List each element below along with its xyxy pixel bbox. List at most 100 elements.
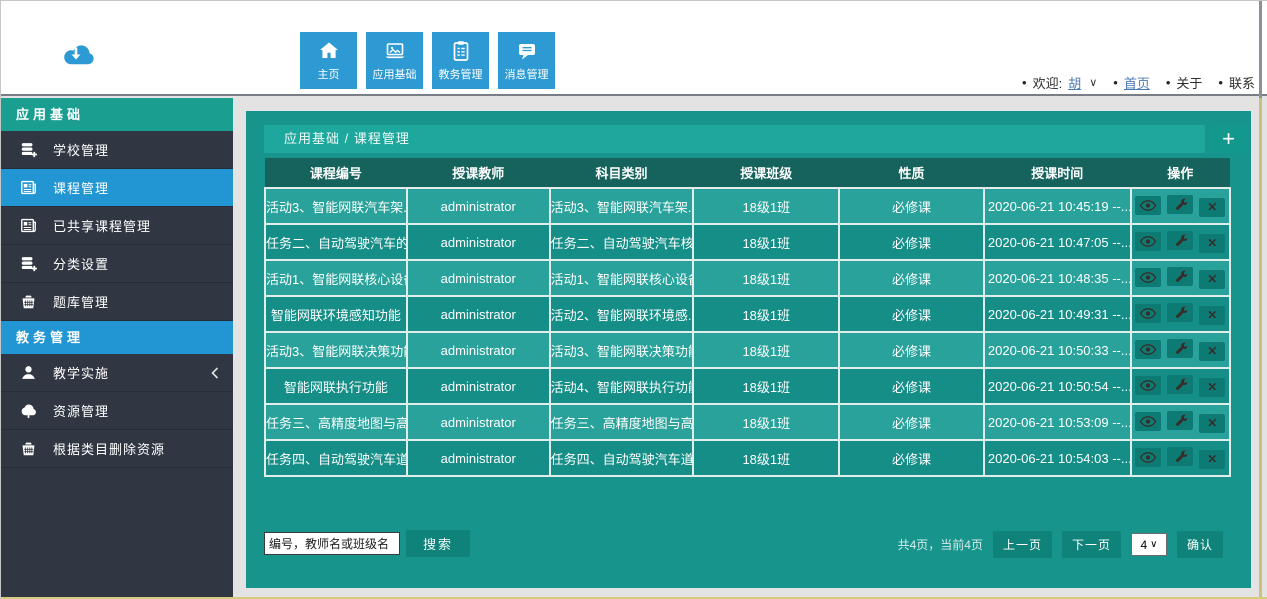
view-icon — [1140, 452, 1156, 463]
home-icon — [317, 39, 341, 63]
top-link-1[interactable]: 关于 — [1176, 73, 1202, 92]
top-link-item: •关于 — [1166, 73, 1203, 92]
table-cell: 任务四、自动驾驶汽车道... — [265, 440, 407, 476]
app-window: 主页应用基础教务管理消息管理 • 欢迎: 胡 ∨ •首页•关于•联系 应用基础学… — [0, 0, 1267, 599]
table-cell: administrator — [407, 224, 550, 260]
view-button[interactable] — [1135, 196, 1161, 215]
sidebar-item-0-0[interactable]: 学校管理 — [1, 131, 233, 169]
top-nav: 主页应用基础教务管理消息管理 — [300, 32, 555, 89]
view-button[interactable] — [1135, 412, 1161, 431]
top-link-0[interactable]: 首页 — [1124, 73, 1150, 92]
row-actions: ✕ — [1131, 296, 1230, 332]
table-cell: 活动3、智能网联汽车架... — [550, 188, 694, 224]
table-cell: 任务三、高精度地图与高... — [550, 404, 694, 440]
view-button[interactable] — [1135, 232, 1161, 251]
table-header-row: 课程编号授课教师科目类别授课班级性质授课时间操作 — [265, 158, 1230, 188]
row-actions: ✕ — [1131, 440, 1230, 476]
table-cell: 2020-06-21 10:48:35 --... — [984, 260, 1131, 296]
delete-button[interactable]: ✕ — [1199, 342, 1225, 361]
sidebar-section-title-0: 应用基础 — [1, 98, 233, 131]
sidebar-item-1-1[interactable]: 资源管理 — [1, 392, 233, 430]
chevron-down-icon[interactable]: ∨ — [1089, 76, 1097, 89]
view-button[interactable] — [1135, 448, 1161, 467]
nav-button-edu-admin[interactable]: 教务管理 — [432, 32, 489, 89]
sidebar-item-label: 教学实施 — [53, 363, 109, 382]
table-cell: 必修课 — [839, 440, 984, 476]
delete-button[interactable]: ✕ — [1199, 414, 1225, 433]
delete-resource-icon — [16, 439, 40, 458]
table-cell: 2020-06-21 10:49:31 --... — [984, 296, 1131, 332]
question-bank-icon — [16, 292, 40, 311]
column-header: 授课班级 — [693, 158, 839, 188]
table-cell: administrator — [407, 440, 550, 476]
frame-edge-right — [1259, 98, 1262, 598]
search-button[interactable]: 搜索 — [406, 530, 470, 557]
delete-button[interactable]: ✕ — [1199, 234, 1225, 253]
table-cell: 18级1班 — [693, 332, 839, 368]
search-input[interactable] — [264, 532, 400, 555]
delete-button[interactable]: ✕ — [1199, 306, 1225, 325]
nav-button-app-base[interactable]: 应用基础 — [366, 32, 423, 89]
edit-button[interactable] — [1167, 339, 1193, 358]
delete-button[interactable]: ✕ — [1199, 450, 1225, 469]
edit-button[interactable] — [1167, 411, 1193, 430]
course-table: 课程编号授课教师科目类别授课班级性质授课时间操作 活动3、智能网联汽车架...a… — [264, 158, 1231, 477]
top-link-item: •首页 — [1113, 73, 1150, 92]
delete-button[interactable]: ✕ — [1199, 270, 1225, 289]
table-cell: 任务四、自动驾驶汽车道... — [550, 440, 694, 476]
add-course-button[interactable]: + — [1209, 125, 1248, 153]
nav-button-home[interactable]: 主页 — [300, 32, 357, 89]
view-button[interactable] — [1135, 340, 1161, 359]
sidebar-item-1-2[interactable]: 根据类目删除资源 — [1, 430, 233, 468]
table-cell: administrator — [407, 368, 550, 404]
edit-button[interactable] — [1167, 195, 1193, 214]
sidebar-item-0-1[interactable]: 课程管理 — [1, 169, 233, 207]
delete-button[interactable]: ✕ — [1199, 378, 1225, 397]
edit-button[interactable] — [1167, 447, 1193, 466]
cloud-download-logo-icon — [54, 39, 98, 71]
edit-icon — [1174, 342, 1187, 355]
sidebar-item-1-0[interactable]: 教学实施 — [1, 354, 233, 392]
next-page-button[interactable]: 下一页 — [1062, 531, 1121, 558]
top-link-2[interactable]: 联系 — [1229, 73, 1255, 92]
delete-button[interactable]: ✕ — [1199, 198, 1225, 217]
confirm-button[interactable]: 确认 — [1177, 531, 1223, 558]
view-button[interactable] — [1135, 376, 1161, 395]
prev-page-button[interactable]: 上一页 — [993, 531, 1052, 558]
table-cell: 18级1班 — [693, 224, 839, 260]
nav-button-message[interactable]: 消息管理 — [498, 32, 555, 89]
row-actions: ✕ — [1131, 188, 1230, 224]
sidebar-item-label: 学校管理 — [53, 140, 109, 159]
edit-button[interactable] — [1167, 303, 1193, 322]
table-cell: administrator — [407, 188, 550, 224]
sidebar: 应用基础学校管理课程管理已共享课程管理分类设置题库管理教务管理教学实施资源管理根… — [1, 98, 233, 599]
sidebar-item-0-2[interactable]: 已共享课程管理 — [1, 207, 233, 245]
edit-button[interactable] — [1167, 375, 1193, 394]
edit-icon — [1174, 306, 1187, 319]
sidebar-item-0-4[interactable]: 题库管理 — [1, 283, 233, 321]
table-cell: 18级1班 — [693, 260, 839, 296]
table-cell: 活动3、智能网联决策功能 — [550, 332, 694, 368]
top-links-extra: •首页•关于•联系 — [1113, 73, 1255, 92]
delete-icon: ✕ — [1207, 237, 1217, 249]
sidebar-item-0-3[interactable]: 分类设置 — [1, 245, 233, 283]
view-icon — [1140, 272, 1156, 283]
sidebar-item-label: 课程管理 — [53, 178, 109, 197]
table-cell: 活动3、智能网联决策功能 — [265, 332, 407, 368]
edit-icon — [1174, 450, 1187, 463]
chevron-left-icon — [211, 367, 219, 379]
view-icon — [1140, 200, 1156, 211]
view-button[interactable] — [1135, 304, 1161, 323]
username-link[interactable]: 胡 — [1068, 73, 1081, 92]
course-manage-icon — [16, 178, 40, 197]
view-button[interactable] — [1135, 268, 1161, 287]
edit-icon — [1174, 270, 1187, 283]
table-cell: 必修课 — [839, 224, 984, 260]
edit-button[interactable] — [1167, 267, 1193, 286]
column-header: 课程编号 — [265, 158, 407, 188]
edit-button[interactable] — [1167, 231, 1193, 250]
page-select[interactable]: 4 ∨ — [1131, 533, 1167, 556]
table-row: 智能网联执行功能administrator活动4、智能网联执行功能18级1班必修… — [265, 368, 1230, 404]
table-cell: 2020-06-21 10:45:19 --... — [984, 188, 1131, 224]
row-actions: ✕ — [1131, 332, 1230, 368]
